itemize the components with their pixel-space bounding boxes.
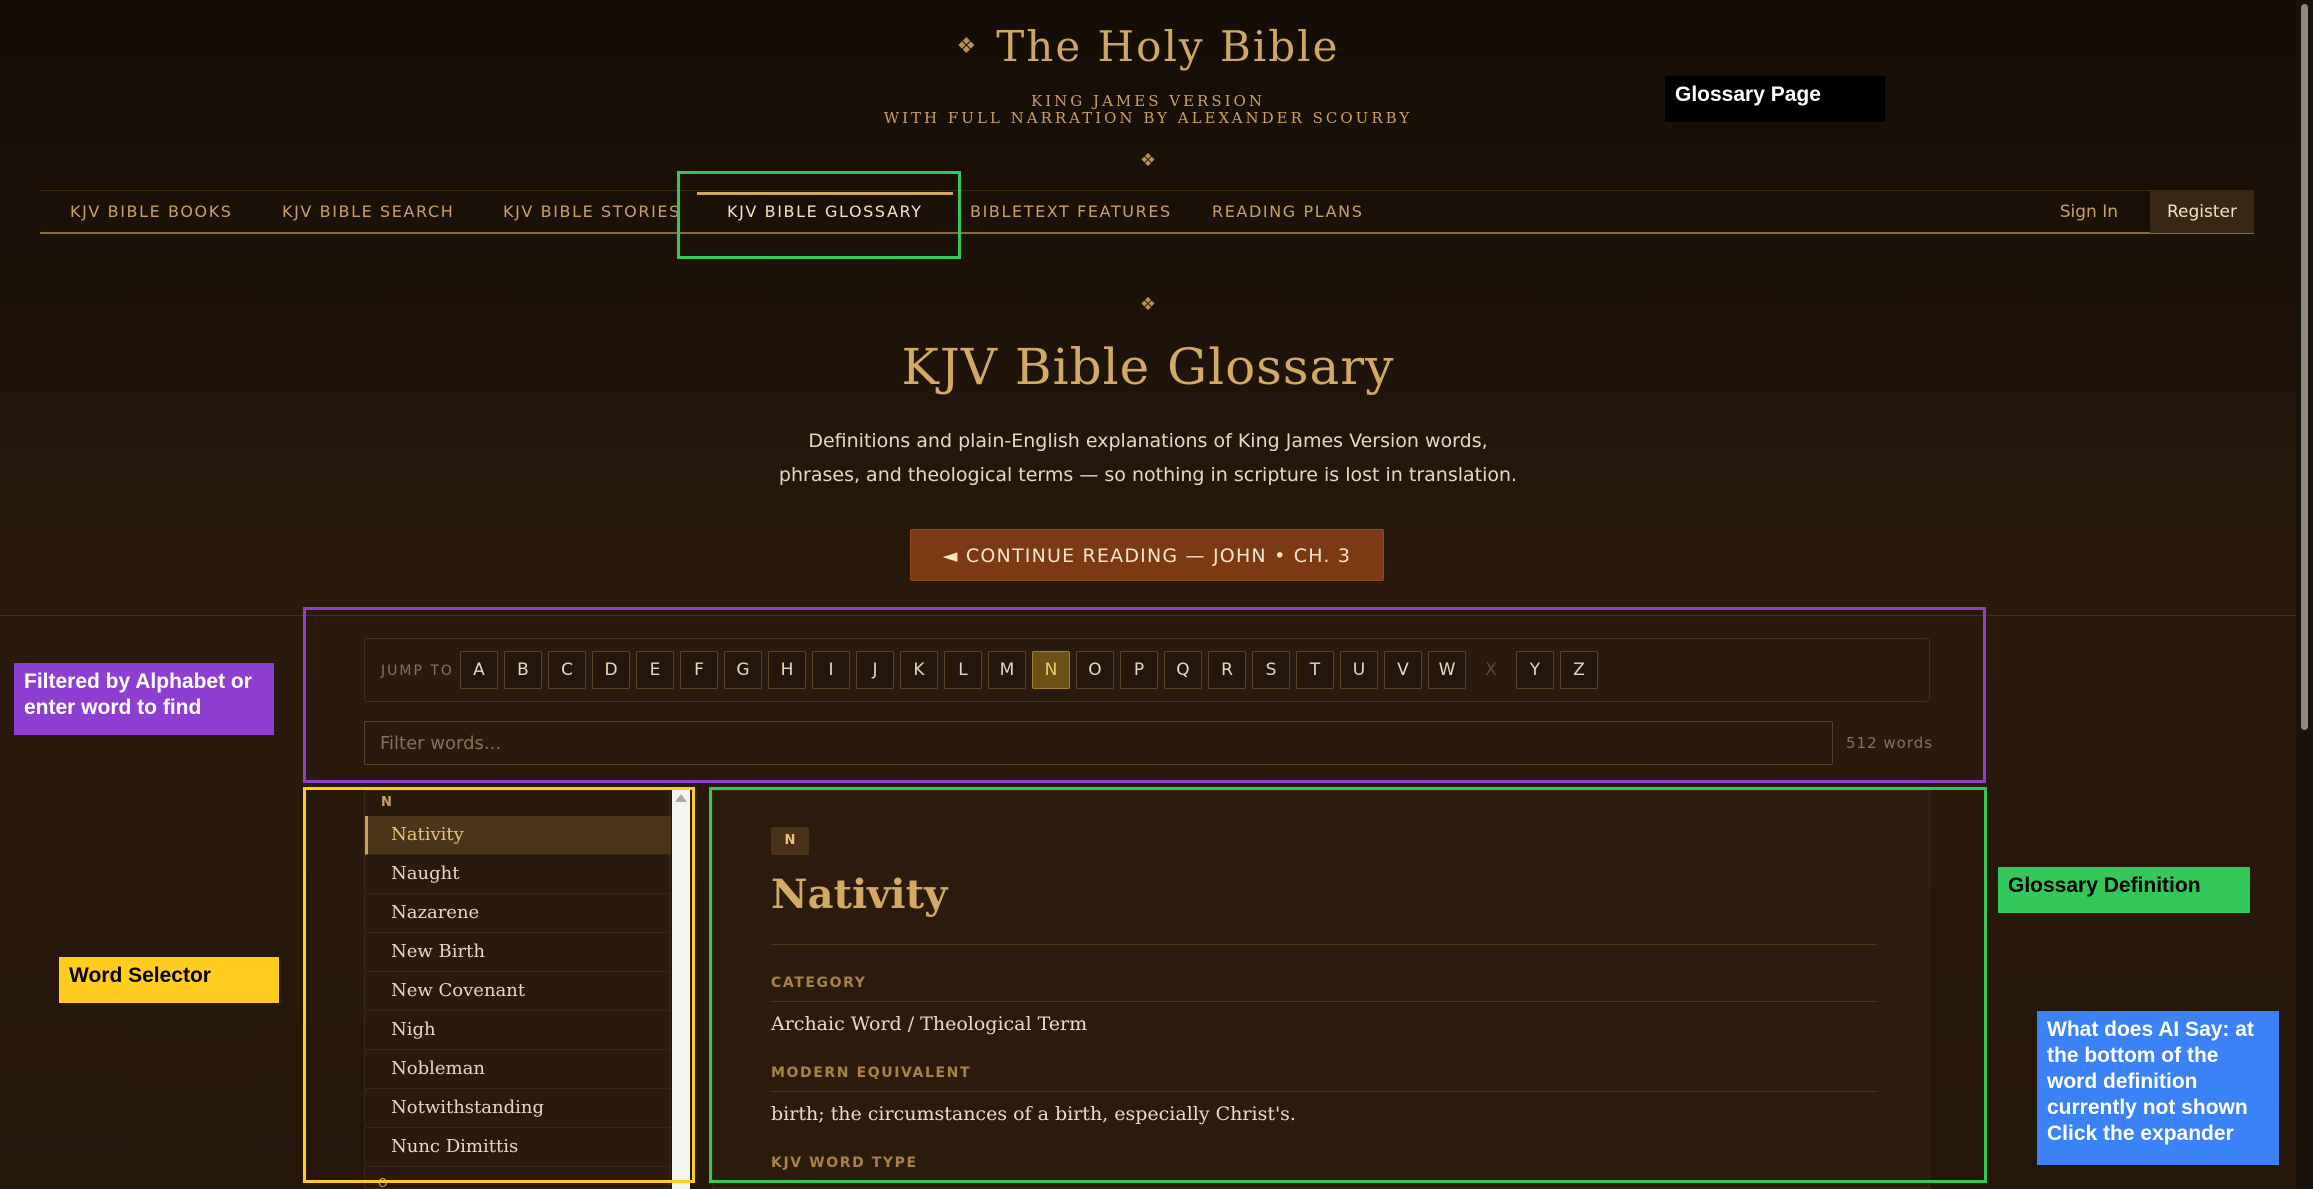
word-list-item[interactable]: New Birth (365, 933, 671, 972)
word-list-item[interactable]: Nunc Dimittis (365, 1128, 671, 1167)
letter-button-n[interactable]: N (1032, 651, 1070, 689)
annotation-ai-note: What does AI Say: at the bottom of the w… (2037, 1011, 2279, 1165)
divider (0, 615, 2296, 616)
annotation-word-selector: Word Selector (59, 957, 279, 1003)
sign-in-link[interactable]: Sign In (2060, 191, 2118, 233)
letter-button-i[interactable]: I (812, 651, 850, 689)
ornament-icon: ❖ (956, 34, 979, 59)
word-count: 512 words (1846, 734, 1934, 752)
letter-button-y[interactable]: Y (1516, 651, 1554, 689)
page-title: KJV Bible Glossary (901, 338, 1395, 396)
page-description-line2: phrases, and theological terms — so noth… (778, 464, 1518, 486)
word-list-item[interactable]: Nazarene (365, 894, 671, 933)
page-scrollbar-thumb[interactable] (2301, 4, 2308, 730)
annotation-glossary-definition: Glossary Definition (1998, 867, 2250, 913)
nav-item-bible-books[interactable]: KJV BIBLE BOOKS (70, 191, 233, 233)
definition-letter-badge: N (771, 827, 809, 855)
ornament-icon: ❖ (1139, 150, 1157, 171)
category-value: Archaic Word / Theological Term (771, 1013, 1088, 1035)
main-nav: KJV BIBLE BOOKS KJV BIBLE SEARCH KJV BIB… (40, 190, 2254, 234)
site-subtitle-line2: WITH FULL NARRATION BY ALEXANDER SCOURBY (883, 109, 1413, 127)
modern-equivalent-label: MODERN EQUIVALENT (771, 1065, 972, 1081)
word-list-item[interactable]: Nobleman (365, 1050, 671, 1089)
letter-button-c[interactable]: C (548, 651, 586, 689)
word-list-scrollbar[interactable] (672, 790, 690, 1189)
letter-button-u[interactable]: U (1340, 651, 1378, 689)
nav-item-bibletext-features[interactable]: BIBLETEXT FEATURES (970, 191, 1172, 233)
register-button[interactable]: Register (2150, 191, 2254, 233)
word-type-label: KJV WORD TYPE (771, 1155, 918, 1171)
divider (771, 1091, 1877, 1092)
letter-button-h[interactable]: H (768, 651, 806, 689)
letter-button-e[interactable]: E (636, 651, 674, 689)
letter-button-a[interactable]: A (460, 651, 498, 689)
ornament-icon: ❖ (1139, 294, 1157, 315)
letter-button-j[interactable]: J (856, 651, 894, 689)
letter-button-k[interactable]: K (900, 651, 938, 689)
letter-button-v[interactable]: V (1384, 651, 1422, 689)
continue-reading-button[interactable]: ◄ CONTINUE READING — JOHN • CH. 3 (910, 529, 1384, 581)
site-title-text: The Holy Bible (996, 22, 1340, 71)
letter-button-d[interactable]: D (592, 651, 630, 689)
scroll-up-icon[interactable] (675, 794, 687, 802)
site-title[interactable]: ❖ The Holy Bible (0, 22, 2296, 71)
letter-button-b[interactable]: B (504, 651, 542, 689)
page-description: Definitions and plain-English explanatio… (0, 424, 2296, 492)
word-list-item[interactable]: Nativity (365, 816, 671, 855)
letter-button-w[interactable]: W (1428, 651, 1466, 689)
letter-button-f[interactable]: F (680, 651, 718, 689)
word-selector-list: N Nativity Naught Nazarene New Birth New Cov… (364, 790, 671, 1189)
divider (771, 1001, 1877, 1002)
list-group-label: N (381, 795, 393, 810)
definition-word: Nativity (771, 871, 948, 918)
annotation-filtered: Filtered by Alphabet or enter word to fi… (14, 663, 274, 735)
site-subtitle-line1: KING JAMES VERSION (1031, 92, 1265, 110)
letter-button-x: X (1485, 660, 1497, 680)
site-header: ❖ The Holy Bible KING JAMES VERSION WITH … (0, 0, 2296, 190)
letter-button-r[interactable]: R (1208, 651, 1246, 689)
nav-item-bible-search[interactable]: KJV BIBLE SEARCH (282, 191, 454, 233)
page-scrollbar[interactable] (2296, 0, 2313, 1189)
word-list-item[interactable]: New Covenant (365, 972, 671, 1011)
letter-button-p[interactable]: P (1120, 651, 1158, 689)
page-description-line1: Definitions and plain-English explanatio… (808, 430, 1488, 452)
page: ❖ The Holy Bible KING JAMES VERSION WITH … (0, 0, 2296, 1189)
letter-button-o[interactable]: O (1076, 651, 1114, 689)
word-list-item[interactable]: Notwithstanding (365, 1089, 671, 1128)
letter-button-g[interactable]: G (724, 651, 762, 689)
divider (771, 944, 1877, 945)
letter-button-s[interactable]: S (1252, 651, 1290, 689)
word-list-item[interactable]: Naught (365, 855, 671, 894)
modern-equivalent-value: birth; the circumstances of a birth, esp… (771, 1103, 1296, 1125)
alphabet-jump-bar: JUMP TO ABCDEFGHIJKLMNOPQRSTUVWXYZ (364, 638, 1930, 702)
category-label: CATEGORY (771, 975, 867, 991)
letter-button-z[interactable]: Z (1560, 651, 1598, 689)
letter-button-m[interactable]: M (988, 651, 1026, 689)
glossary-definition-panel: N Nativity CATEGORY Archaic Word / Theol… (712, 790, 1930, 1189)
nav-item-reading-plans[interactable]: READING PLANS (1212, 191, 1363, 233)
annotation-glossary-page: Glossary Page (1665, 76, 1885, 122)
filter-words-input[interactable] (364, 721, 1833, 765)
letter-button-q[interactable]: Q (1164, 651, 1202, 689)
letter-button-l[interactable]: L (944, 651, 982, 689)
list-next-group-label: O (378, 1176, 388, 1189)
word-list-item[interactable]: Nigh (365, 1011, 671, 1050)
nav-item-bible-glossary[interactable]: KJV BIBLE GLOSSARY (697, 191, 953, 233)
jump-to-label: JUMP TO (381, 663, 454, 679)
letter-button-t[interactable]: T (1296, 651, 1334, 689)
nav-item-bible-stories[interactable]: KJV BIBLE STORIES (503, 191, 681, 233)
